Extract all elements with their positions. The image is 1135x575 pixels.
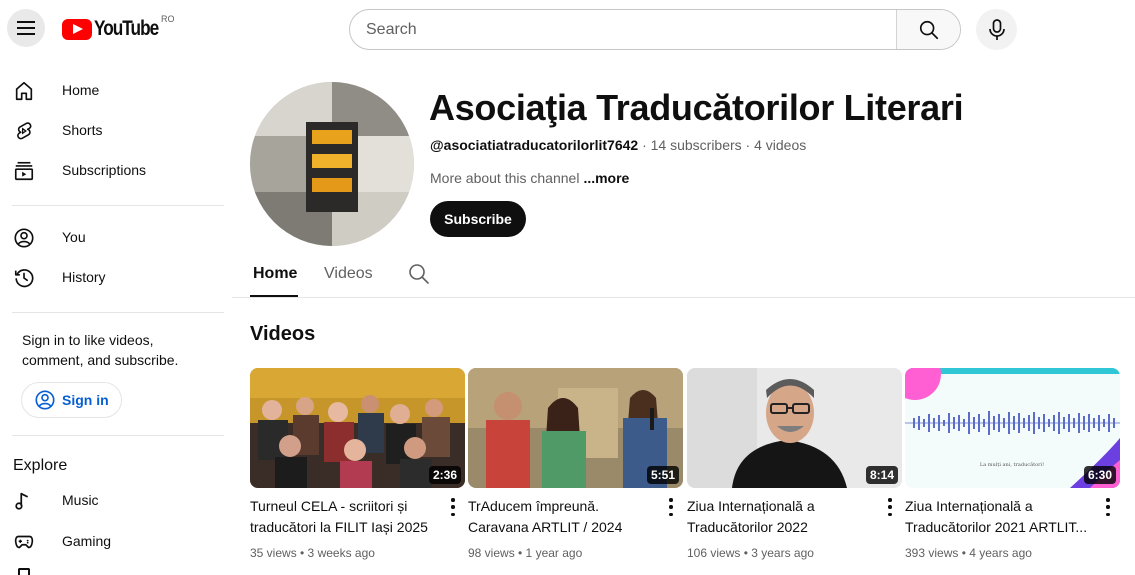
signin-prompt: Sign in to like videos, comment, and sub… [22, 332, 179, 368]
section-title: Videos [250, 323, 316, 345]
video-duration: 5:51 [646, 466, 679, 484]
account-icon [35, 390, 55, 410]
video-meta: 106 views • 3 years ago [687, 546, 814, 560]
search-bar [349, 9, 961, 50]
youtube-logo[interactable]: YouTube [62, 14, 172, 44]
channel-search-icon[interactable] [407, 262, 431, 286]
search-button[interactable] [896, 10, 960, 49]
sidebar-item-subscriptions[interactable]: Subscriptions [0, 150, 224, 190]
more-link[interactable]: ...more [583, 170, 629, 186]
video-title-line: Ziua Internațională a [687, 498, 815, 514]
tab-home[interactable]: Home [253, 265, 297, 283]
video-duration: 8:14 [865, 466, 898, 484]
sidebar-divider [12, 435, 224, 436]
video-title-line: Ziua Internațională a [905, 498, 1033, 514]
youtube-play-icon [62, 18, 92, 40]
about-text: More about this channel [430, 170, 580, 186]
video-title-line: Caravana ARTLIT / 2024 [468, 519, 623, 535]
more-actions-icon[interactable] [886, 498, 894, 516]
sidebar-item-label: Home [62, 82, 100, 98]
shorts-icon [12, 119, 36, 143]
more-actions-icon[interactable] [667, 498, 675, 516]
video-thumbnail[interactable]: 5:51 [468, 368, 683, 488]
sidebar-divider [12, 205, 224, 206]
more-actions-icon[interactable] [1104, 498, 1112, 516]
video-card[interactable]: 2:36 Turneul CELA - scriitori și traducă… [250, 368, 465, 575]
channel-tabs: Home Videos [232, 250, 1135, 298]
voice-search-button[interactable] [976, 9, 1017, 50]
search-icon [919, 20, 938, 39]
sidebar-item-label: Music [62, 492, 99, 508]
signin-label: Sign in [62, 392, 109, 408]
explore-heading: Explore [13, 457, 68, 474]
video-title-line: traducători la FILIT Iași 2025 [250, 519, 428, 535]
you-icon [12, 226, 36, 250]
channel-stats: · 14 subscribers · 4 videos [638, 137, 807, 153]
sidebar-item-history[interactable]: History [0, 257, 224, 297]
video-title[interactable]: Ziua Internațională a Traducătorilor 202… [687, 496, 879, 538]
search-input[interactable] [350, 10, 896, 49]
video-title-line: Turneul CELA - scriitori și [250, 498, 408, 514]
active-tab-indicator [250, 295, 298, 297]
video-card[interactable]: 8:14 Ziua Internațională a Traducătorilo… [687, 368, 902, 575]
video-card[interactable]: 5:51 TrAducem împreună. Caravana ARTLIT … [468, 368, 683, 575]
video-title[interactable]: Ziua Internațională a Traducătorilor 202… [905, 496, 1097, 538]
video-thumbnail[interactable]: La mulți ani, traducători! 6:30 [905, 368, 1120, 488]
video-meta: 393 views • 4 years ago [905, 546, 1032, 560]
sidebar-item-label: Gaming [62, 533, 112, 549]
channel-handle[interactable]: @asociatiatraducatorilorlit7642 [430, 137, 638, 153]
history-icon [12, 266, 36, 290]
video-meta: 98 views • 1 year ago [468, 546, 583, 560]
video-title[interactable]: TrAducem împreună. Caravana ARTLIT / 202… [468, 496, 660, 538]
video-meta: 35 views • 3 weeks ago [250, 546, 375, 560]
channel-meta: @asociatiatraducatorilorlit7642 · 14 sub… [430, 137, 806, 153]
gaming-icon [12, 530, 36, 554]
signin-button[interactable]: Sign in [21, 382, 122, 418]
channel-about[interactable]: More about this channel ...more [430, 170, 629, 186]
channel-name: Asociaţia Traducătorilor Literari [429, 87, 964, 128]
menu-button[interactable] [7, 9, 45, 47]
sidebar-item-label: Subscriptions [62, 162, 147, 178]
subscriptions-icon [12, 159, 36, 183]
music-icon [12, 489, 36, 513]
more-actions-icon[interactable] [449, 498, 457, 516]
tab-videos[interactable]: Videos [324, 265, 373, 283]
video-duration: 2:36 [428, 466, 461, 484]
subscribe-button[interactable]: Subscribe [430, 201, 526, 237]
video-title-line: Traducătorilor 2021 ARTLIT... [905, 519, 1088, 535]
partial-sidebar-icon [18, 568, 30, 575]
video-thumbnail[interactable]: 8:14 [687, 368, 902, 488]
sidebar: Home Shorts Subscriptions You History Si… [0, 58, 232, 575]
top-bar: YouTube RO [0, 0, 1135, 58]
video-title[interactable]: Turneul CELA - scriitori și traducători … [250, 496, 442, 538]
video-duration: 6:30 [1083, 466, 1116, 484]
sidebar-item-music[interactable]: Music [0, 480, 224, 520]
home-icon [12, 79, 36, 103]
video-title-line: Traducătorilor 2022 [687, 519, 808, 535]
logo-text: YouTube [94, 17, 159, 40]
region-code: RO [161, 14, 175, 24]
thumbnail-caption: La mulți ani, traducători! [980, 461, 1044, 468]
video-thumbnail[interactable]: 2:36 [250, 368, 465, 488]
sidebar-divider [12, 312, 224, 313]
video-title-line: TrAducem împreună. [468, 498, 599, 514]
sidebar-item-you[interactable]: You [0, 217, 224, 257]
sidebar-item-gaming[interactable]: Gaming [0, 521, 224, 561]
microphone-icon [988, 18, 1005, 40]
channel-avatar[interactable] [250, 82, 414, 246]
sidebar-item-home[interactable]: Home [0, 70, 224, 110]
hamburger-icon [17, 21, 35, 35]
sidebar-item-label: You [62, 229, 86, 245]
sidebar-item-label: Shorts [62, 122, 103, 138]
video-card[interactable]: La mulți ani, traducători! 6:30 Ziua Int… [905, 368, 1120, 575]
sidebar-item-label: History [62, 269, 106, 285]
sidebar-item-shorts[interactable]: Shorts [0, 110, 224, 150]
